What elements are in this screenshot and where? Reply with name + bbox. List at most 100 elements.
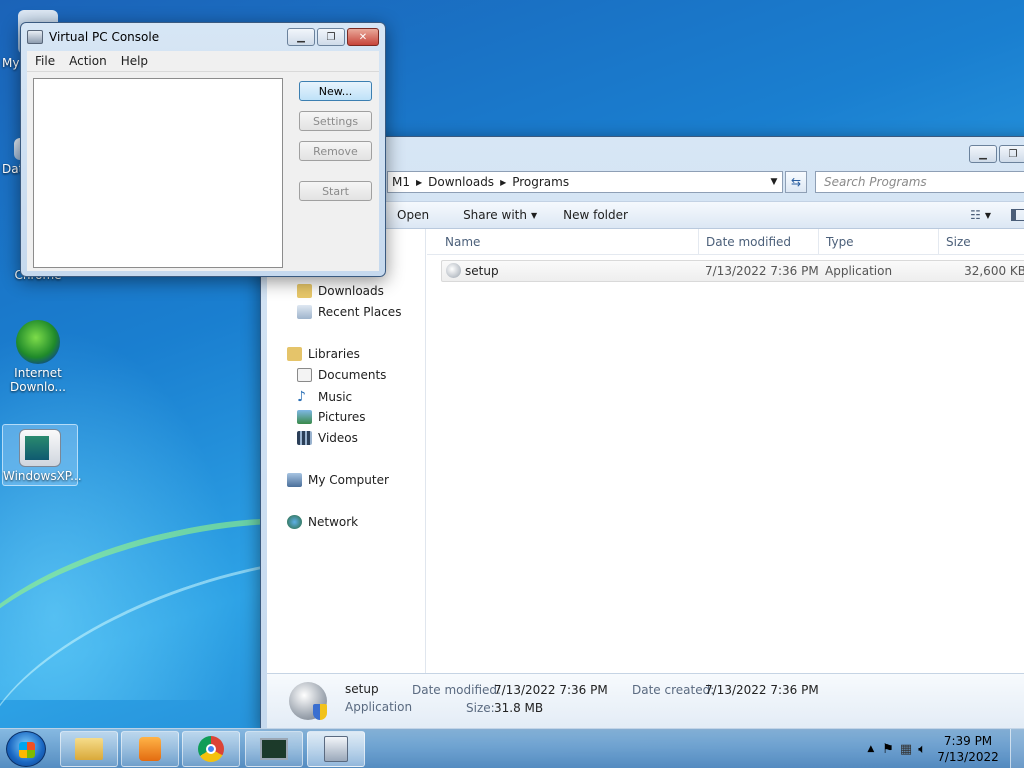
preview-pane-button[interactable] — [999, 209, 1024, 221]
content-area: Downloads Recent Places Libraries Docume… — [267, 229, 1024, 673]
refresh-button[interactable]: ⇆ — [785, 171, 807, 193]
desktop-icon-windowsxp[interactable]: WindowsXP... — [2, 424, 82, 486]
remove-button[interactable]: Remove — [299, 141, 372, 161]
nav-item-documents[interactable]: Documents — [297, 368, 386, 382]
share-with-button[interactable]: Share with ▼ — [441, 208, 549, 222]
taskbar-media-player[interactable] — [121, 731, 179, 767]
volume-icon[interactable]: 🔈︎ — [918, 742, 926, 757]
start-button[interactable]: Start — [299, 181, 372, 201]
nav-item-pictures[interactable]: Pictures — [297, 410, 366, 424]
details-pane: setup Application Date modified: 7/13/20… — [267, 673, 1024, 729]
table-row[interactable]: setup 7/13/2022 7:36 PM Application 32,6… — [441, 260, 1024, 282]
breadcrumb-item[interactable]: Downloads — [428, 175, 494, 189]
virtual-machine-list[interactable] — [33, 78, 283, 268]
start-menu-button[interactable] — [6, 731, 46, 767]
file-type: Application — [825, 264, 893, 278]
view-options-button[interactable]: ☷ ▼ — [958, 208, 999, 222]
virtual-pc-icon — [27, 30, 43, 44]
details-date-created: 7/13/2022 7:36 PM — [705, 683, 819, 697]
menu-help[interactable]: Help — [121, 54, 148, 68]
computer-icon — [287, 473, 302, 487]
share-with-label: Share with — [463, 208, 527, 222]
minimize-button[interactable]: ▁ — [969, 145, 997, 163]
details-size: 31.8 MB — [494, 701, 544, 715]
column-header-date-modified[interactable]: Date modified — [706, 235, 791, 249]
details-date-modified-label: Date modified: — [412, 683, 502, 697]
close-button[interactable]: ✕ — [347, 28, 379, 46]
new-button[interactable]: New... — [299, 81, 372, 101]
desktop-icon-internet-download-manager[interactable]: Internet Downlo... — [0, 320, 76, 394]
column-header-name[interactable]: Name — [445, 235, 480, 249]
recent-places-icon — [297, 305, 312, 319]
system-tray: ▲ ⚑ ▦ 🔈︎ 7:39 PM 7/13/2022 — [867, 729, 1024, 768]
shield-icon — [313, 704, 327, 720]
downloads-folder-icon — [297, 284, 312, 298]
network-icon[interactable]: ▦ — [900, 742, 912, 757]
breadcrumb-arrow-icon[interactable]: ▶ — [416, 178, 422, 187]
column-header-type[interactable]: Type — [826, 235, 854, 249]
taskbar-task-manager[interactable] — [245, 731, 303, 767]
virtual-pc-console-window[interactable]: Virtual PC Console ▁ ❐ ✕ File Action Hel… — [20, 22, 386, 277]
nav-item-downloads[interactable]: Downloads — [297, 284, 384, 298]
nav-item-network[interactable]: Network — [287, 515, 358, 529]
documents-icon — [297, 368, 312, 382]
clock[interactable]: 7:39 PM 7/13/2022 — [932, 733, 1004, 765]
folder-icon — [75, 738, 103, 760]
refresh-icon: ⇆ — [790, 175, 802, 189]
network-icon — [287, 515, 302, 529]
new-folder-button[interactable]: New folder — [549, 208, 640, 222]
preview-pane-icon — [1011, 209, 1024, 221]
details-size-label: Size: — [466, 701, 495, 715]
nav-label: Videos — [318, 431, 358, 445]
column-header-size[interactable]: Size — [946, 235, 971, 249]
nav-item-music[interactable]: ♪ Music — [297, 389, 352, 405]
breadcrumb-item[interactable]: Programs — [512, 175, 569, 189]
nav-label: Documents — [318, 368, 387, 382]
nav-item-libraries[interactable]: Libraries — [287, 347, 360, 361]
search-input[interactable]: Search Programs — [815, 171, 1024, 193]
file-date-modified: 7/13/2022 7:36 PM — [705, 264, 819, 278]
taskbar-virtual-pc[interactable] — [307, 731, 365, 767]
file-name: setup — [465, 264, 499, 278]
nav-item-videos[interactable]: Videos — [297, 431, 358, 445]
music-icon: ♪ — [297, 389, 306, 405]
navigation-pane: Downloads Recent Places Libraries Docume… — [267, 229, 426, 673]
chevron-down-icon: ▼ — [530, 210, 538, 220]
action-center-icon[interactable]: ⚑ — [882, 742, 894, 757]
vpc-titlebar[interactable]: Virtual PC Console ▁ ❐ ✕ — [21, 23, 385, 51]
chevron-down-icon[interactable]: ▼ — [766, 177, 782, 187]
desktop-icon-label: Internet Downlo... — [10, 366, 66, 394]
open-label: Open — [397, 208, 430, 222]
settings-button[interactable]: Settings — [299, 111, 372, 131]
taskbar-explorer[interactable] — [60, 731, 118, 767]
menu-action[interactable]: Action — [69, 54, 107, 68]
vhd-icon — [19, 429, 61, 467]
maximize-button[interactable]: ❐ — [317, 28, 345, 46]
new-folder-label: New folder — [563, 208, 628, 222]
clock-time: 7:39 PM — [943, 734, 993, 748]
menu-file[interactable]: File — [35, 54, 55, 68]
chevron-down-icon: ▼ — [984, 210, 991, 220]
address-bar[interactable]: M1 ▶ Downloads ▶ Programs ▼ — [387, 171, 783, 193]
breadcrumb-arrow-icon[interactable]: ▶ — [500, 178, 506, 187]
taskbar: ▲ ⚑ ▦ 🔈︎ 7:39 PM 7/13/2022 — [0, 728, 1024, 768]
nav-label: Downloads — [318, 284, 384, 298]
details-date-created-label: Date created: — [632, 683, 715, 697]
window-title: Virtual PC Console — [49, 30, 160, 44]
file-list: Name Date modified Type Size setup 7/13/… — [427, 229, 1024, 673]
column-header-row: Name Date modified Type Size — [427, 229, 1024, 255]
minimize-button[interactable]: ▁ — [287, 28, 315, 46]
nav-label: My Computer — [308, 473, 389, 487]
taskbar-chrome[interactable] — [182, 731, 240, 767]
nav-item-recent-places[interactable]: Recent Places — [297, 305, 401, 319]
nav-label: Recent Places — [318, 305, 402, 319]
nav-label: Pictures — [318, 410, 366, 424]
media-player-icon — [139, 737, 161, 761]
libraries-icon — [287, 347, 302, 361]
nav-label: Libraries — [308, 347, 360, 361]
maximize-button[interactable]: ❐ — [999, 145, 1024, 163]
show-hidden-icons-icon[interactable]: ▲ — [867, 744, 874, 754]
nav-item-my-computer[interactable]: My Computer — [287, 473, 389, 487]
breadcrumb-item[interactable]: M1 — [392, 175, 410, 189]
show-desktop-button[interactable] — [1010, 729, 1024, 768]
